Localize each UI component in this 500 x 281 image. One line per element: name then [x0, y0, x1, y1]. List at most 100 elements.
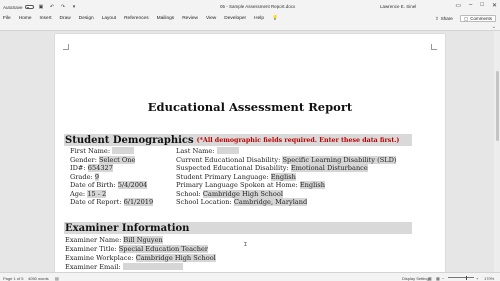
- field-label: Suspected Educational Disability:: [176, 164, 289, 172]
- field-label: Current Educational Disability:: [176, 155, 281, 164]
- id-field[interactable]: 654327: [87, 164, 113, 172]
- dob-row: Date of Birth: 5/4/2004: [70, 181, 148, 189]
- margin-mark-top-right: [431, 44, 437, 50]
- examiner-title-row: Examiner Title: Special Education Teache…: [65, 245, 209, 253]
- school-row: School: Cambridge High School: [176, 189, 283, 198]
- word-count[interactable]: 4050 words: [28, 276, 49, 281]
- last-name-field[interactable]: [216, 147, 239, 154]
- home-language-row: Primary Language Spoken at Home: English: [176, 181, 325, 189]
- tab-review[interactable]: Review: [178, 16, 202, 21]
- dob-field[interactable]: 5/4/2004: [117, 181, 148, 189]
- close-icon[interactable]: ✕: [492, 2, 497, 9]
- tab-insert[interactable]: Insert: [36, 16, 56, 21]
- examiner-name-field[interactable]: Bill Nguyen: [123, 236, 163, 244]
- tab-references[interactable]: References: [120, 16, 153, 21]
- share-label: Share: [440, 16, 453, 21]
- ribbon-collapsed-strip: ⌄: [0, 23, 500, 31]
- zoom-in-icon[interactable]: +: [476, 276, 478, 281]
- current-disability-field[interactable]: Specific Learning Disability (SLD): [282, 155, 397, 164]
- field-label: School:: [176, 189, 201, 198]
- customize-toolbar-icon[interactable]: ▾: [71, 4, 78, 11]
- user-name[interactable]: Lawrence E. Sinel: [380, 4, 416, 9]
- minimize-icon[interactable]: –: [469, 2, 472, 9]
- display-settings[interactable]: Display Settings: [402, 276, 431, 281]
- zoom-slider[interactable]: [448, 277, 474, 278]
- vertical-scrollbar[interactable]: [494, 31, 500, 272]
- document-page[interactable]: Educational Assessment Report Student De…: [55, 34, 445, 272]
- school-field[interactable]: Cambridge High School: [202, 189, 283, 198]
- field-label: Examine Workplace:: [65, 254, 134, 262]
- examiner-workplace-field[interactable]: Cambridge High School: [135, 254, 216, 262]
- lightbulb-icon[interactable]: 💡: [268, 16, 282, 21]
- tab-design[interactable]: Design: [75, 16, 98, 21]
- examiner-email-field[interactable]: [122, 263, 183, 270]
- share-button[interactable]: ⇪ Share: [432, 15, 456, 22]
- report-title: Educational Assessment Report: [147, 100, 353, 114]
- field-label: Examiner Email:: [65, 263, 121, 271]
- age-row: Age: 15 - 2: [70, 189, 107, 198]
- primary-language-field[interactable]: English: [270, 172, 296, 181]
- field-label: School Location:: [176, 198, 232, 206]
- tab-layout[interactable]: Layout: [98, 16, 120, 21]
- field-label: Grade:: [70, 172, 93, 181]
- suspected-disability-row: Suspected Educational Disability: Emotio…: [176, 164, 368, 172]
- zoom-slider-thumb[interactable]: [466, 275, 468, 280]
- redo-icon[interactable]: ↷: [60, 4, 67, 11]
- gender-row: Gender: Select One: [70, 155, 136, 164]
- field-label: ID#:: [70, 164, 86, 172]
- proofing-icon[interactable]: ▤: [55, 276, 59, 281]
- section-heading-text: Student Demographics: [65, 134, 194, 146]
- undo-icon[interactable]: ↶: [49, 4, 56, 11]
- tab-home[interactable]: Home: [15, 16, 36, 21]
- tab-mailings[interactable]: Mailings: [153, 16, 179, 21]
- grade-field[interactable]: 9: [94, 172, 100, 181]
- examiner-information-heading: Examiner Information: [64, 222, 412, 234]
- document-area[interactable]: Educational Assessment Report Student De…: [0, 31, 500, 272]
- autosave-control[interactable]: AutoSave: [3, 5, 34, 10]
- suspected-disability-field[interactable]: Emotional Disturbance: [290, 164, 368, 172]
- field-label: Date of Birth:: [70, 181, 116, 189]
- report-date-field[interactable]: 6/1/2019: [123, 198, 154, 206]
- id-row: ID#: 654327: [70, 164, 113, 172]
- comments-button[interactable]: ▢ Comments: [460, 15, 497, 22]
- tab-view[interactable]: View: [202, 16, 220, 21]
- comment-icon: ▢: [464, 15, 469, 21]
- zoom-level[interactable]: 170%: [484, 276, 494, 281]
- scrollbar-thumb[interactable]: [495, 71, 499, 141]
- ribbon-display-icon[interactable]: ▭: [455, 2, 461, 9]
- field-label: Gender:: [70, 155, 97, 164]
- last-name-row: Last Name:: [176, 147, 239, 155]
- student-demographics-heading: Student Demographics (*All demographic f…: [64, 134, 412, 146]
- margin-mark-top-left: [63, 44, 69, 50]
- school-location-field[interactable]: Cambridge, Maryland: [233, 198, 308, 206]
- autosave-toggle[interactable]: [24, 5, 34, 9]
- gender-field[interactable]: Select One: [99, 155, 136, 164]
- tab-file[interactable]: File: [0, 16, 15, 21]
- autosave-label: AutoSave: [3, 4, 23, 10]
- page-indicator[interactable]: Page 1 of 5: [3, 276, 23, 281]
- field-label: Date of Report:: [70, 198, 122, 206]
- tab-help[interactable]: Help: [250, 16, 268, 21]
- primary-language-row: Student Primary Language: English: [176, 172, 296, 181]
- read-mode-icon[interactable]: ▥: [428, 276, 432, 281]
- document-title: 05 - Sample Assessment Report.docx: [220, 4, 296, 9]
- status-bar: Page 1 of 5 4050 words ▤ Display Setting…: [0, 272, 500, 281]
- field-label: Last Name:: [176, 147, 215, 155]
- field-label: Primary Language Spoken at Home:: [176, 181, 298, 189]
- tab-developer[interactable]: Developer: [220, 16, 250, 21]
- home-language-field[interactable]: English: [299, 181, 325, 189]
- maximize-icon[interactable]: □: [480, 2, 484, 9]
- zoom-out-icon[interactable]: −: [442, 276, 444, 281]
- school-location-row: School Location: Cambridge, Maryland: [176, 198, 308, 206]
- age-field[interactable]: 15 - 2: [87, 189, 107, 198]
- first-name-field[interactable]: [112, 147, 135, 154]
- print-layout-icon[interactable]: ▦: [436, 276, 440, 281]
- title-bar: AutoSave ▣ ↶ ↷ ▾ 05 - Sample Assessment …: [0, 0, 500, 14]
- examiner-title-field[interactable]: Special Education Teacher: [118, 245, 209, 253]
- text-cursor-icon: Ɪ: [244, 242, 247, 248]
- examiner-email-row: Examiner Email:: [65, 263, 183, 271]
- tab-draw[interactable]: Draw: [56, 16, 75, 21]
- comments-label: Comments: [470, 16, 493, 21]
- expand-ribbon-icon[interactable]: ⌄: [492, 24, 496, 30]
- save-icon[interactable]: ▣: [38, 4, 45, 11]
